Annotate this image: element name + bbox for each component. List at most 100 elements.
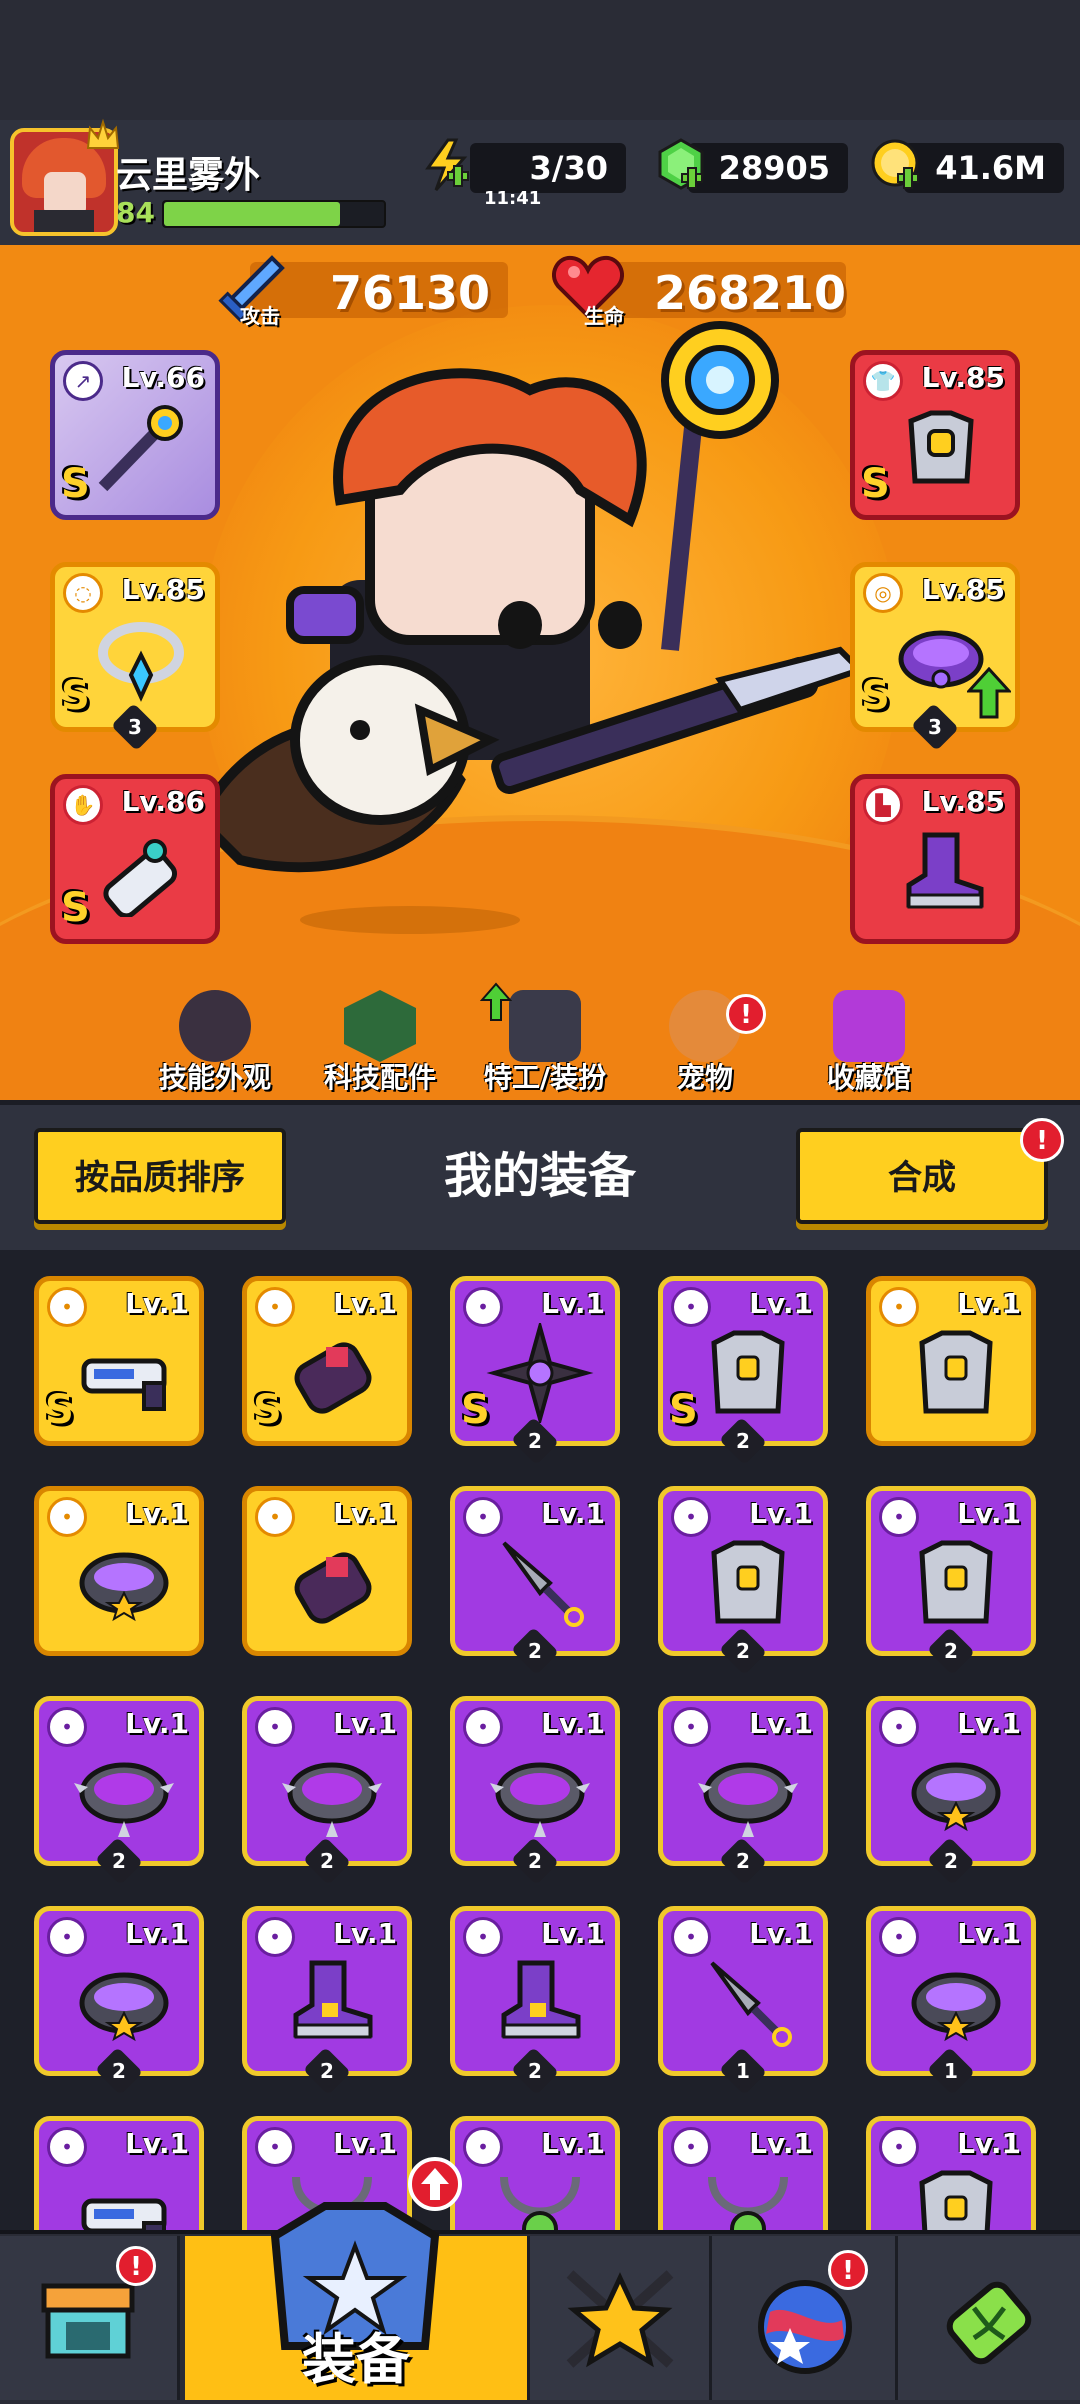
- bottom-tab-evolve[interactable]: [898, 2236, 1080, 2400]
- coin-icon[interactable]: [868, 136, 926, 194]
- inventory-item[interactable]: • Lv.1: [658, 2116, 828, 2230]
- item-type-icon: •: [47, 1707, 87, 1747]
- inventory-item-level: Lv.1: [333, 2127, 397, 2160]
- crown-icon: [86, 118, 120, 149]
- item-type-icon: •: [255, 1287, 295, 1327]
- inventory-item[interactable]: • Lv.1 2: [450, 1486, 620, 1676]
- equipped-necklace-slot[interactable]: ◌ Lv.85 S 3: [50, 562, 220, 752]
- equipped-armor-slot[interactable]: 👕 Lv.85 S: [850, 350, 1020, 520]
- item-type-icon: •: [463, 1917, 503, 1957]
- inventory-item[interactable]: • Lv.1: [242, 1486, 412, 1656]
- item-type-icon: •: [879, 2127, 919, 2167]
- nav-tech-parts[interactable]: 科技配件: [295, 990, 465, 1100]
- equipped-glove-level: Lv.86: [121, 785, 205, 818]
- inventory-item-count: 2: [528, 1849, 542, 1873]
- armor-icon: [908, 410, 974, 484]
- energy-bolt-icon[interactable]: [418, 136, 476, 194]
- merge-button[interactable]: 合成: [796, 1128, 1048, 1224]
- belt-icon: [79, 1972, 169, 2042]
- spiked-collar-icon: [698, 1762, 798, 1837]
- inventory-item-level: Lv.1: [749, 1497, 813, 1530]
- inventory-item-level: Lv.1: [957, 1917, 1021, 1950]
- inventory-item[interactable]: • Lv.1 1: [658, 1906, 828, 2096]
- weapon-type-icon: ↗: [63, 361, 103, 401]
- gauntlet-icon: [103, 839, 178, 917]
- item-type-icon: •: [255, 1917, 295, 1957]
- inventory-item[interactable]: • Lv.1 S: [34, 1276, 204, 1446]
- necklace-icon: [98, 622, 184, 702]
- inventory-item[interactable]: • Lv.1 S: [242, 1276, 412, 1446]
- bottom-tab-heroes[interactable]: [530, 2236, 712, 2400]
- inventory-item-level: Lv.1: [541, 1497, 605, 1530]
- equipped-boots-slot[interactable]: ▙ Lv.85: [850, 774, 1020, 944]
- inventory-item[interactable]: • Lv.1: [34, 1486, 204, 1656]
- armor-icon: [711, 1330, 785, 1414]
- shop-alert-badge: !: [116, 2246, 156, 2286]
- inventory-item[interactable]: • Lv.1 1: [866, 1906, 1036, 2096]
- inventory-item-level: Lv.1: [125, 2127, 189, 2160]
- inventory-item-count: 2: [736, 1429, 750, 1453]
- inventory-item[interactable]: • Lv.1: [34, 2116, 204, 2230]
- glove-icon: [294, 1552, 372, 1624]
- belt-icon: [79, 1552, 169, 1622]
- nav-agent-outfit-label: 特工/装扮: [483, 1061, 607, 1094]
- item-type-icon: •: [47, 2127, 87, 2167]
- inventory-item[interactable]: • Lv.1 2: [658, 1486, 828, 1676]
- sort-by-quality-button[interactable]: 按品质排序: [34, 1128, 286, 1224]
- nav-tech-parts-label: 科技配件: [323, 1061, 436, 1094]
- equipped-belt-count: 3: [928, 715, 942, 739]
- item-type-icon: •: [671, 1917, 711, 1957]
- player-name: 云里雾外: [116, 155, 261, 196]
- inventory-item[interactable]: • Lv.1 2: [866, 1486, 1036, 1676]
- inventory-item[interactable]: • Lv.1: [866, 1276, 1036, 1446]
- bottom-tab-world[interactable]: !: [712, 2236, 898, 2400]
- gun-icon: [81, 2198, 167, 2230]
- item-type-icon: •: [671, 2127, 711, 2167]
- agent-icon: [509, 990, 581, 1062]
- bottom-tab-equipment[interactable]: 装备: [185, 2157, 530, 2400]
- equipped-weapon-slot[interactable]: ↗ Lv.66 S: [50, 350, 220, 520]
- item-type-icon: •: [463, 2127, 503, 2167]
- inventory-item-level: Lv.1: [125, 1287, 189, 1320]
- equipped-glove-slot[interactable]: ✋ Lv.86 S: [50, 774, 220, 944]
- gem-counter: 28905: [688, 143, 848, 193]
- inventory-item-level: Lv.1: [125, 1707, 189, 1740]
- energy-value: 3/30: [529, 149, 608, 187]
- equipped-weapon-level: Lv.66: [121, 361, 205, 394]
- bottom-tab-shop[interactable]: !: [0, 2236, 180, 2400]
- kunai-icon: [710, 1961, 792, 2047]
- inventory-item[interactable]: • Lv.1 S 2: [450, 1276, 620, 1466]
- inventory-item[interactable]: • Lv.1 2: [242, 1906, 412, 2096]
- inventory-item[interactable]: • Lv.1: [866, 2116, 1036, 2230]
- inventory-item-count: 2: [112, 2059, 126, 2083]
- equipped-belt-grade: S: [861, 673, 890, 719]
- dna-icon: [946, 2281, 1032, 2365]
- equipped-necklace-grade: S: [61, 673, 90, 719]
- inventory-item[interactable]: • Lv.1 2: [866, 1696, 1036, 1886]
- inventory-item-level: Lv.1: [333, 1917, 397, 1950]
- nav-pets-label: 宠物: [676, 1061, 733, 1094]
- gem-icon[interactable]: [652, 136, 710, 194]
- inventory-item-count: 2: [736, 1849, 750, 1873]
- inventory-item[interactable]: • Lv.1 2: [658, 1696, 828, 1886]
- inventory-item[interactable]: • Lv.1 2: [34, 1906, 204, 2096]
- equipped-belt-slot[interactable]: ◎ Lv.85 S 3: [850, 562, 1020, 752]
- item-type-icon: •: [463, 1287, 503, 1327]
- inventory-item[interactable]: • Lv.1 2: [450, 1696, 620, 1886]
- nav-skill-appearance[interactable]: 技能外观: [130, 990, 300, 1100]
- inventory-item[interactable]: • Lv.1: [450, 2116, 620, 2230]
- inventory-item-level: Lv.1: [541, 2127, 605, 2160]
- inventory-item[interactable]: • Lv.1 2: [242, 1696, 412, 1886]
- inventory-item[interactable]: • Lv.1 2: [450, 1906, 620, 2096]
- inventory-item-grade: S: [461, 1387, 490, 1433]
- agent-upgrade-arrow-icon: [480, 982, 512, 1021]
- inventory-item-grade: S: [45, 1387, 74, 1433]
- inventory-item-count: 1: [736, 2059, 750, 2083]
- inventory-item[interactable]: • Lv.1 S 2: [658, 1276, 828, 1466]
- inventory-item[interactable]: • Lv.1 2: [34, 1696, 204, 1886]
- chest-icon: [833, 990, 905, 1062]
- merge-alert-badge: !: [1020, 1118, 1064, 1162]
- nav-collection[interactable]: 收藏馆: [784, 990, 954, 1100]
- equipment-title: 我的装备: [443, 1148, 636, 1204]
- coin-value: 41.6M: [935, 149, 1046, 187]
